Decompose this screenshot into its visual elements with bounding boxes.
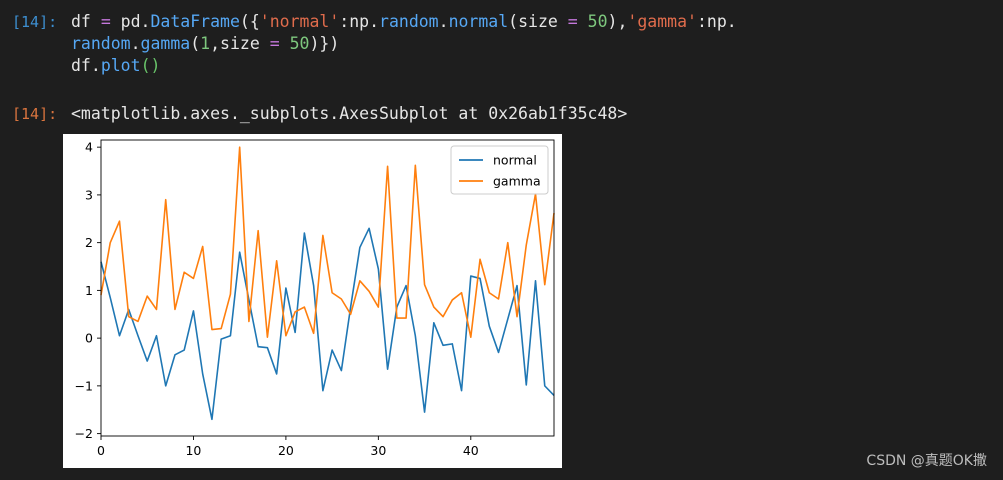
code-token: gamma xyxy=(140,34,191,53)
code-token: ({ xyxy=(239,12,260,31)
legend-label-gamma: gamma xyxy=(493,174,541,189)
code-token: 50 xyxy=(289,34,310,53)
code-token: :np. xyxy=(339,12,380,31)
x-tick-label: 20 xyxy=(278,443,294,458)
y-tick-label: 3 xyxy=(85,187,93,202)
code-token: random xyxy=(71,34,131,53)
x-tick-label: 30 xyxy=(370,443,386,458)
x-tick-label: 10 xyxy=(185,443,201,458)
line-chart: −2−1012340 10 20 30 40normalgamma xyxy=(75,139,555,458)
code-token: 'normal' xyxy=(259,12,340,31)
x-tick-label: 0 xyxy=(97,443,105,458)
code-token: = xyxy=(269,34,280,53)
code-token: = xyxy=(100,12,111,31)
y-tick-label: 2 xyxy=(85,235,93,250)
code-token: plot xyxy=(100,56,141,75)
code-token: normal xyxy=(448,12,509,31)
legend-label-normal: normal xyxy=(493,153,537,168)
code-token: 50 xyxy=(587,12,608,31)
input-prompt: [14]: xyxy=(12,13,58,31)
y-tick-label: 0 xyxy=(85,331,93,346)
series-line-normal xyxy=(100,227,555,421)
code-token: (size xyxy=(508,12,568,31)
code-token: 'gamma' xyxy=(627,12,697,31)
output-text: <matplotlib.axes._subplots.AxesSubplot a… xyxy=(71,104,628,123)
code-token: ,size xyxy=(210,34,270,53)
x-tick-label: 40 xyxy=(463,443,479,458)
y-tick-label: 4 xyxy=(85,140,93,155)
code-token: :np. xyxy=(696,12,737,31)
code-token: )}) xyxy=(309,34,340,53)
output-prompt: [14]: xyxy=(12,105,58,123)
code-token: 1 xyxy=(200,34,211,53)
code-token: df xyxy=(71,12,101,31)
code-token: . xyxy=(438,12,449,31)
y-tick-label: 1 xyxy=(85,283,93,298)
y-tick-label: −2 xyxy=(75,426,93,441)
code-token: ), xyxy=(607,12,628,31)
code-token: ( xyxy=(190,34,201,53)
code-token: () xyxy=(140,56,161,75)
code-editor[interactable]: df = pd.DataFrame({'normal':np.random.no… xyxy=(71,11,737,77)
code-token: df. xyxy=(71,56,101,75)
code-token: . xyxy=(130,34,141,53)
code-token: DataFrame xyxy=(150,12,240,31)
code-token: random xyxy=(379,12,439,31)
plot-output: −2 −1 0 1 2 3 4 0 10 20 30 40 normal gamma xyxy=(63,134,562,468)
code-token: = xyxy=(567,12,578,31)
y-tick-label: −1 xyxy=(75,378,93,393)
watermark: CSDN @真题OK撒 xyxy=(866,453,987,469)
code-token: pd. xyxy=(110,12,151,31)
